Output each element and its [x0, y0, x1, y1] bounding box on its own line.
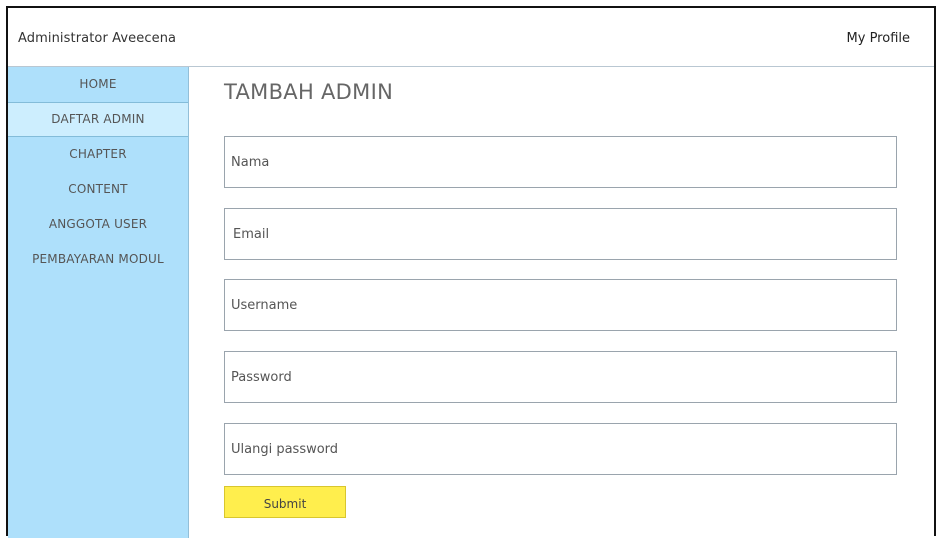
my-profile-link[interactable]: My Profile	[847, 31, 910, 46]
sidebar: HOME DAFTAR ADMIN CHAPTER CONTENT ANGGOT…	[8, 67, 189, 538]
brand-title: Administrator Aveecena	[18, 31, 177, 46]
name-input[interactable]	[224, 136, 897, 188]
sidebar-item-pembayaran-modul[interactable]: PEMBAYARAN MODUL	[8, 242, 188, 277]
main-content: TAMBAH ADMIN Submit	[224, 80, 898, 518]
sidebar-item-anggota-user[interactable]: ANGGOTA USER	[8, 207, 188, 242]
sidebar-item-chapter[interactable]: CHAPTER	[8, 137, 188, 172]
page-title: TAMBAH ADMIN	[224, 80, 394, 104]
submit-button[interactable]: Submit	[224, 486, 346, 518]
top-bar: Administrator Aveecena My Profile	[8, 8, 934, 67]
username-input[interactable]	[224, 279, 897, 331]
sidebar-item-content[interactable]: CONTENT	[8, 172, 188, 207]
sidebar-item-daftar-admin[interactable]: DAFTAR ADMIN	[8, 102, 188, 137]
email-input[interactable]	[224, 208, 897, 260]
repeat-password-input[interactable]	[224, 423, 897, 475]
password-input[interactable]	[224, 351, 897, 403]
sidebar-item-home[interactable]: HOME	[8, 67, 188, 102]
